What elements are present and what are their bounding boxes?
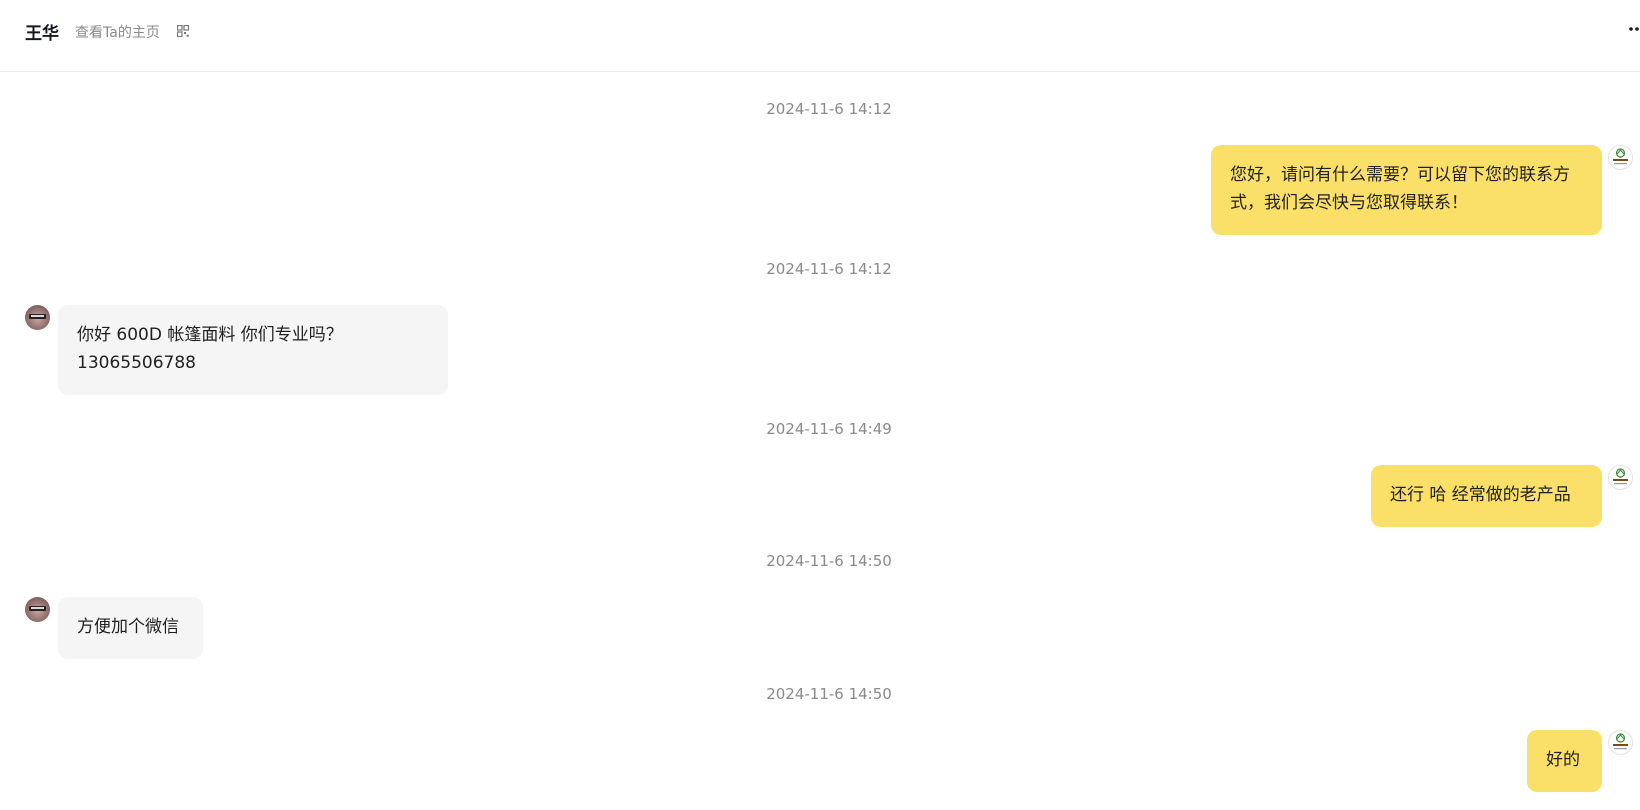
brand-logo-icon [1613,148,1628,165]
incoming-message[interactable]: 方便加个微信 [58,597,203,659]
contact-name: 王华 [25,24,59,44]
brand-logo-icon [1613,468,1628,485]
self-avatar[interactable] [1608,465,1633,490]
message-timestamp: 2024-11-6 14:12 [766,260,892,278]
contact-avatar[interactable] [25,597,50,622]
outgoing-message[interactable]: 您好，请问有什么需要？可以留下您的联系方式，我们会尽快与您取得联系！ [1211,145,1602,235]
contact-avatar[interactable] [25,305,50,330]
outgoing-message[interactable]: 还行 哈 经常做的老产品 [1371,465,1602,527]
message-timestamp: 2024-11-6 14:50 [766,685,892,703]
message-timestamp: 2024-11-6 14:49 [766,420,892,438]
more-icon[interactable] [1628,22,1640,36]
qrcode-icon[interactable] [177,25,189,37]
message-timestamp: 2024-11-6 14:12 [766,100,892,118]
self-avatar[interactable] [1608,730,1633,755]
self-avatar[interactable] [1608,145,1633,170]
view-profile-link[interactable]: 查看Ta的主页 [75,22,160,42]
chat-header: 王华 查看Ta的主页 [0,0,1640,72]
brand-logo-icon [1613,733,1628,750]
incoming-message[interactable]: 你好 600D 帐篷面料 你们专业吗？ 13065506788 [58,305,448,395]
message-timestamp: 2024-11-6 14:50 [766,552,892,570]
outgoing-message[interactable]: 好的 [1527,730,1602,792]
